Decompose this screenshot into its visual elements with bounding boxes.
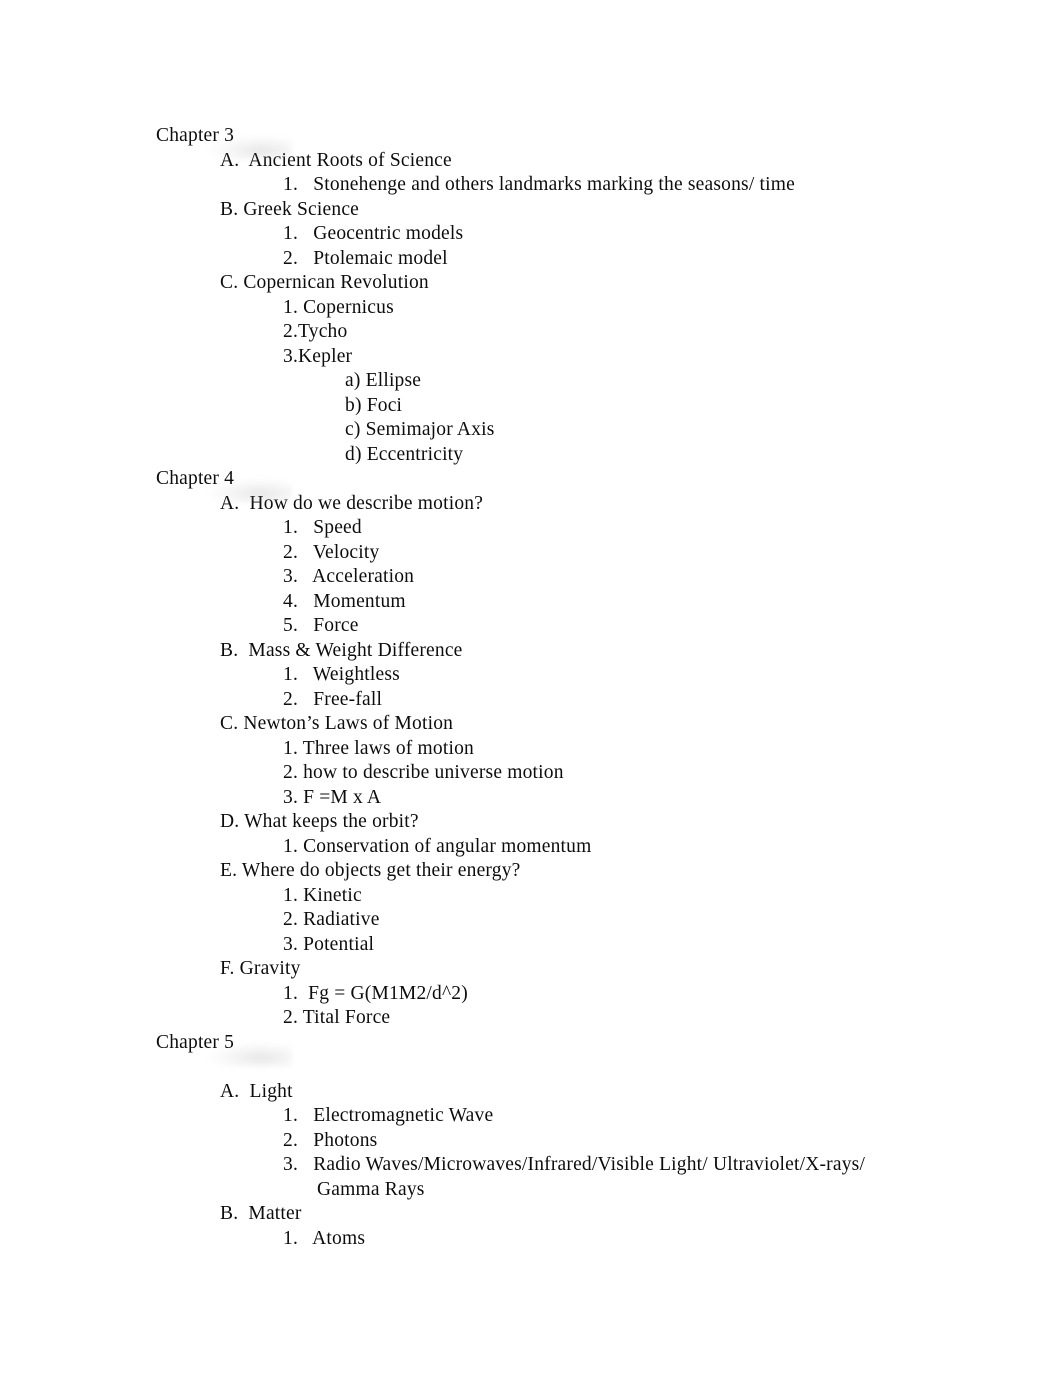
outline-item-number: 1. Atoms [283, 1227, 366, 1249]
outline-item-alpha: b) Foci [345, 394, 403, 416]
outline-item-number: 1. Speed [283, 517, 362, 538]
chapter-heading-label: Chapter 4 [156, 468, 235, 489]
outline-item-number: 3.Kepler [283, 345, 353, 367]
document-page: Chapter 3 A. Ancient Roots of Science 1. S… [0, 0, 1062, 1376]
outline-item-number: 2. Ptolemaic model [283, 247, 448, 269]
outline-item-letter: A. Light [220, 1080, 293, 1102]
outline-item-number: 5. Force [283, 615, 359, 636]
outline-item-letter: A. How do we describe motion? [220, 492, 484, 514]
outline-item-letter: B. Mass & Weight Difference [220, 639, 463, 661]
outline-item-letter: E. Where do objects get their energy? [220, 860, 521, 881]
outline-item-number: 2. Radiative [283, 909, 380, 930]
outline-item-number: 4. Momentum [283, 590, 406, 612]
chapter-heading-label: Chapter 5 [156, 1031, 235, 1053]
outline-item-number: 1. Geocentric models [283, 223, 464, 244]
outline-item-number: 1. Fg = G(M1M2/d^2) [283, 982, 468, 1004]
outline-item-letter: C. Newton’s Laws of Motion [220, 713, 454, 734]
outline-item-number: 1. Weightless [283, 664, 400, 685]
outline-item-letter: C. Copernican Revolution [220, 272, 429, 293]
outline-item-number: 2. Photons [283, 1129, 378, 1151]
outline-item-letter: F. Gravity [220, 958, 301, 979]
outline-item-number: 1. Three laws of motion [283, 737, 474, 759]
outline-item-number: 1. Conservation of angular momentum [283, 835, 592, 857]
outline-item-number: 1. Copernicus [283, 296, 394, 318]
outline-item-letter: A. Ancient Roots of Science [220, 149, 452, 171]
outline-item-number: 2. Free-fall [283, 688, 383, 710]
outline-body: Chapter 3 A. Ancient Roots of Science 1. S… [150, 124, 916, 1251]
outline-item-number: 1. Stonehenge and others landmarks marki… [283, 174, 795, 195]
outline-item-letter: B. Greek Science [220, 198, 360, 220]
outline-item-number: 2. Tital Force [283, 1007, 391, 1028]
chapter-heading: Chapter 5 [150, 1031, 916, 1067]
outline-item-number: 1. Electromagnetic Wave [283, 1105, 494, 1126]
outline-item-number: 3. F =M x A [283, 786, 382, 808]
outline-item-number: 2. how to describe universe motion [283, 762, 564, 783]
outline-item-letter: B. Matter [220, 1203, 302, 1224]
outline-item-number: 3. Potential [283, 933, 375, 955]
outline-item-alpha: d) Eccentricity [345, 443, 464, 465]
outline-item-number: 2. Velocity [283, 541, 380, 563]
chapter-heading: Chapter 4 [150, 467, 916, 503]
outline-item-letter: D. What keeps the orbit? [220, 811, 419, 832]
outline-item-number: 3. Radio Waves/Microwaves/Infrared/Visib… [283, 1154, 871, 1200]
outline-item-number: 3. Acceleration [283, 566, 415, 587]
chapter-heading-label: Chapter 3 [156, 125, 235, 146]
outline-item-alpha: c) Semimajor Axis [345, 419, 495, 440]
outline-item-number: 2.Tycho [283, 321, 348, 342]
outline-item-alpha: a) Ellipse [345, 370, 422, 391]
outline-item-number: 1. Kinetic [283, 884, 362, 906]
chapter-heading: Chapter 3 [150, 124, 916, 160]
